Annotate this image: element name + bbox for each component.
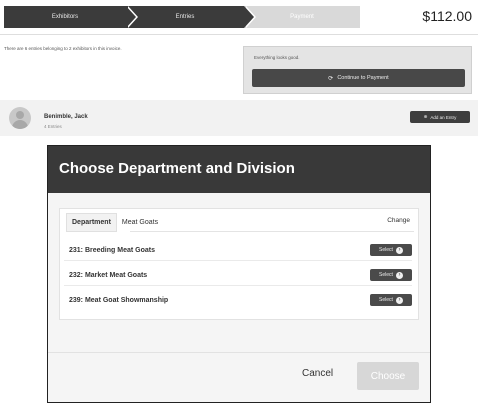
step-exhibitors[interactable]: Exhibitors xyxy=(4,6,138,28)
step-entries-label: Entries xyxy=(175,14,195,20)
arrow-right-circle-icon: › xyxy=(395,271,403,279)
select-division-button[interactable]: Select › xyxy=(370,269,412,281)
exhibitor-entry-count: 4 Entries xyxy=(44,124,62,129)
select-division-button[interactable]: Select › xyxy=(370,244,412,256)
arrow-right-circle-icon: › xyxy=(395,296,403,304)
step-exhibitors-label: Exhibitors xyxy=(51,14,79,20)
select-label: Select xyxy=(379,247,393,253)
add-entry-button[interactable]: ⊕ Add an Entry xyxy=(410,111,470,123)
choose-button[interactable]: Choose xyxy=(357,362,419,390)
exhibitor-name[interactable]: Benimble, Jack xyxy=(44,114,88,120)
invoice-summary-text: There are 6 entries belonging to 2 exhib… xyxy=(4,46,122,51)
modal-title: Choose Department and Division xyxy=(59,160,295,177)
user-avatar-icon xyxy=(9,107,31,129)
step-payment-label: Payment xyxy=(290,14,314,20)
header-divider xyxy=(0,34,478,35)
continue-to-payment-label: Continue to Payment xyxy=(337,75,389,81)
change-department-link[interactable]: Change xyxy=(387,217,410,224)
continue-to-payment-button[interactable]: ⟳ Continue to Payment xyxy=(252,69,465,87)
division-name: 231: Breeding Meat Goats xyxy=(69,247,155,254)
progress-steps: Exhibitors Entries Payment xyxy=(4,6,360,28)
choose-department-modal: Choose Department and Division Departmen… xyxy=(47,145,431,403)
division-item: 239: Meat Goat Showmanship Select › xyxy=(64,291,412,311)
cancel-button[interactable]: Cancel xyxy=(302,368,333,379)
select-label: Select xyxy=(379,297,393,303)
payment-panel: Everything looks good. ⟳ Continue to Pay… xyxy=(243,46,472,94)
department-value: Meat Goats xyxy=(121,218,159,226)
tab-department[interactable]: Department xyxy=(66,212,117,232)
step-payment[interactable]: Payment xyxy=(244,6,360,28)
division-item: 232: Market Meat Goats Select › xyxy=(64,266,412,286)
add-entry-label: Add an Entry xyxy=(430,114,457,120)
invoice-total: $112.00 xyxy=(422,8,472,24)
arrow-right-circle-icon: › xyxy=(395,246,403,254)
department-panel: Department Meat Goats Change 231: Breedi… xyxy=(59,208,419,320)
select-label: Select xyxy=(379,272,393,278)
refresh-icon: ⟳ xyxy=(328,75,334,82)
division-name: 239: Meat Goat Showmanship xyxy=(69,297,169,304)
exhibitor-row: Benimble, Jack 4 Entries ⊕ Add an Entry xyxy=(0,100,478,136)
division-item: 231: Breeding Meat Goats Select › xyxy=(64,241,412,261)
select-division-button[interactable]: Select › xyxy=(370,294,412,306)
step-entries[interactable]: Entries xyxy=(126,6,256,28)
division-name: 232: Market Meat Goats xyxy=(69,272,148,279)
modal-header: Choose Department and Division xyxy=(48,146,430,193)
plus-circle-icon: ⊕ xyxy=(423,114,428,119)
payment-status-label: Everything looks good. xyxy=(254,55,300,60)
department-tabs: Department Meat Goats xyxy=(66,212,163,232)
